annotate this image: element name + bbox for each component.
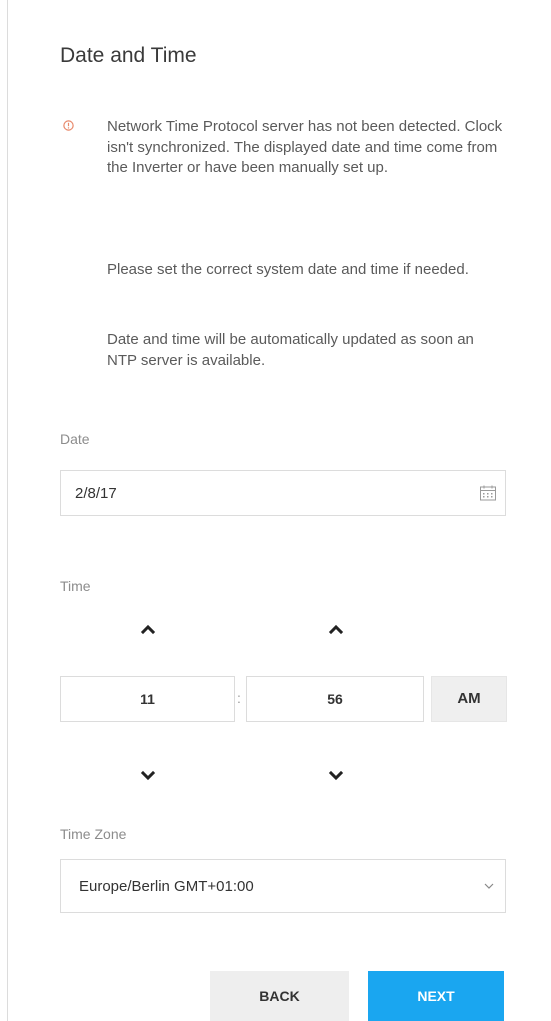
time-zone-select[interactable]: Europe/Berlin GMT+01:00 bbox=[60, 859, 506, 913]
ntp-warning-text: Network Time Protocol server has not bee… bbox=[107, 118, 503, 176]
hours-decrement-chevron-down-icon[interactable] bbox=[140, 770, 156, 782]
date-time-page: Date and Time Network Time Protocol serv… bbox=[0, 0, 551, 1021]
minutes-decrement-chevron-down-icon[interactable] bbox=[328, 770, 344, 782]
minutes-input[interactable]: 56 bbox=[246, 676, 424, 722]
calendar-icon[interactable] bbox=[479, 484, 497, 502]
chevron-down-icon bbox=[484, 883, 494, 889]
date-label: Date bbox=[60, 431, 90, 447]
date-input[interactable]: 2/8/17 bbox=[60, 470, 506, 516]
info-circle-icon bbox=[63, 120, 74, 131]
panel-divider bbox=[7, 0, 8, 1021]
am-pm-toggle-button[interactable]: AM bbox=[431, 676, 507, 722]
time-label: Time bbox=[60, 578, 91, 594]
next-button[interactable]: NEXT bbox=[368, 971, 504, 1021]
minutes-increment-chevron-up-icon[interactable] bbox=[328, 623, 344, 635]
hours-input[interactable]: 11 bbox=[60, 676, 235, 722]
page-title: Date and Time bbox=[60, 44, 197, 67]
date-value: 2/8/17 bbox=[75, 485, 117, 502]
set-time-instruction-text: Please set the correct system date and t… bbox=[107, 261, 469, 278]
time-zone-label: Time Zone bbox=[60, 826, 127, 842]
hours-increment-chevron-up-icon[interactable] bbox=[140, 623, 156, 635]
auto-update-info-text: Date and time will be automatically upda… bbox=[107, 331, 474, 369]
time-separator: : bbox=[237, 690, 241, 706]
back-button[interactable]: BACK bbox=[210, 971, 349, 1021]
time-zone-value: Europe/Berlin GMT+01:00 bbox=[79, 878, 254, 895]
